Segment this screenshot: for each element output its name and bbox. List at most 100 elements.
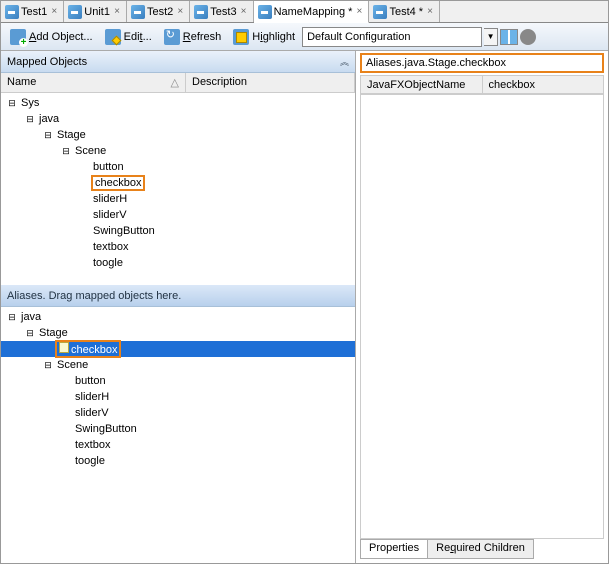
close-icon[interactable]: × bbox=[175, 7, 185, 17]
tree-label: checkbox bbox=[93, 177, 143, 189]
expand-toggle[interactable]: ⊟ bbox=[5, 312, 19, 323]
tree-label: SwingButton bbox=[73, 423, 139, 435]
tree-label: java bbox=[19, 311, 43, 323]
tab-required-children[interactable]: Required Children bbox=[427, 539, 534, 559]
property-name-cell[interactable]: JavaFXObjectName bbox=[360, 75, 483, 94]
tree-item-scene[interactable]: ⊟Scene bbox=[1, 357, 355, 373]
tree-item-sliderv[interactable]: sliderV bbox=[1, 405, 355, 421]
refresh-button[interactable]: Refresh bbox=[159, 26, 227, 48]
aliases-tree[interactable]: ⊟java⊟Stagecheckbox⊟ScenebuttonsliderHsl… bbox=[1, 307, 355, 563]
tree-item-stage[interactable]: ⊟Stage bbox=[1, 325, 355, 341]
tree-label: sliderH bbox=[73, 391, 111, 403]
tree-label: checkbox bbox=[57, 344, 119, 356]
tree-label: toogle bbox=[73, 455, 107, 467]
tree-item-button[interactable]: button bbox=[1, 373, 355, 389]
expand-toggle[interactable]: ⊟ bbox=[41, 360, 55, 371]
close-icon[interactable]: × bbox=[49, 7, 59, 17]
left-panel: Mapped Objects ︽ Name△ Description ⊟Sys⊟… bbox=[1, 51, 356, 563]
tab-label: Unit1 bbox=[84, 6, 110, 18]
tree-item-stage[interactable]: ⊟Stage bbox=[1, 127, 355, 143]
file-icon bbox=[131, 5, 145, 19]
close-icon[interactable]: × bbox=[239, 7, 249, 17]
configuration-dropdown-arrow[interactable]: ▼ bbox=[484, 28, 498, 46]
tree-item-scene[interactable]: ⊟Scene bbox=[1, 143, 355, 159]
tab-label: NameMapping * bbox=[274, 6, 353, 18]
alias-path-field[interactable]: Aliases.java.Stage.checkbox bbox=[360, 53, 604, 73]
expand-toggle[interactable]: ⊟ bbox=[23, 328, 37, 339]
bottom-tabs: Properties Required Children bbox=[360, 539, 604, 559]
toolbar: AAdd Object...dd Object... Edit... Refre… bbox=[1, 23, 608, 51]
tree-item-swingbutton[interactable]: SwingButton bbox=[1, 421, 355, 437]
tree-label: toogle bbox=[91, 257, 125, 269]
tree-item-swingbutton[interactable]: SwingButton bbox=[1, 223, 355, 239]
file-icon bbox=[68, 5, 82, 19]
properties-body[interactable] bbox=[360, 95, 604, 539]
tab-unit1[interactable]: Unit1× bbox=[64, 1, 127, 22]
tree-item-sliderh[interactable]: sliderH bbox=[1, 191, 355, 207]
column-name[interactable]: Name bbox=[7, 76, 36, 89]
expand-toggle[interactable]: ⊟ bbox=[5, 98, 19, 109]
tree-item-checkbox[interactable]: checkbox bbox=[1, 341, 355, 357]
file-icon bbox=[258, 5, 272, 19]
chevron-up-icon[interactable]: ︽ bbox=[340, 55, 349, 68]
mapped-objects-title: Mapped Objects bbox=[7, 56, 87, 68]
highlight-button[interactable]: Highlight bbox=[228, 26, 300, 48]
tab-test1[interactable]: Test1× bbox=[1, 1, 64, 22]
close-icon[interactable]: × bbox=[425, 7, 435, 17]
tree-item-sliderv[interactable]: sliderV bbox=[1, 207, 355, 223]
tree-label: SwingButton bbox=[91, 225, 157, 237]
tab-label: Test1 bbox=[21, 6, 47, 18]
tree-label: java bbox=[37, 113, 61, 125]
tab-label: Test2 bbox=[147, 6, 173, 18]
tree-label: Stage bbox=[37, 327, 70, 339]
gear-icon[interactable] bbox=[520, 29, 536, 45]
file-icon bbox=[373, 5, 387, 19]
mapped-objects-header[interactable]: Mapped Objects ︽ bbox=[1, 51, 355, 73]
tree-item-toogle[interactable]: toogle bbox=[1, 255, 355, 271]
file-icon bbox=[59, 342, 69, 353]
tree-label: sliderV bbox=[73, 407, 111, 419]
tab-namemapping[interactable]: NameMapping *× bbox=[254, 1, 370, 23]
add-icon bbox=[10, 29, 26, 45]
tab-test2[interactable]: Test2× bbox=[127, 1, 190, 22]
edit-button[interactable]: Edit... bbox=[100, 26, 157, 48]
tree-label: Scene bbox=[73, 145, 108, 157]
aliases-header: Aliases. Drag mapped objects here. bbox=[1, 285, 355, 307]
tree-item-textbox[interactable]: textbox bbox=[1, 239, 355, 255]
sort-icon[interactable]: △ bbox=[171, 76, 179, 89]
right-panel: Aliases.java.Stage.checkbox JavaFXObject… bbox=[356, 51, 608, 563]
file-icon bbox=[5, 5, 19, 19]
layout-toggle-button[interactable] bbox=[500, 29, 518, 45]
expand-toggle[interactable]: ⊟ bbox=[23, 114, 37, 125]
close-icon[interactable]: × bbox=[112, 7, 122, 17]
tree-label: textbox bbox=[73, 439, 112, 451]
tree-item-toogle[interactable]: toogle bbox=[1, 453, 355, 469]
tab-test4[interactable]: Test4 *× bbox=[369, 1, 440, 22]
tree-label: textbox bbox=[91, 241, 130, 253]
properties-header-row: JavaFXObjectName checkbox bbox=[360, 75, 604, 95]
tree-item-sys[interactable]: ⊟Sys bbox=[1, 95, 355, 111]
tree-label: Scene bbox=[55, 359, 90, 371]
tab-properties[interactable]: Properties bbox=[360, 539, 428, 559]
expand-toggle[interactable]: ⊟ bbox=[59, 146, 73, 157]
mapped-objects-tree[interactable]: ⊟Sys⊟java⊟Stage⊟Scenebuttoncheckboxslide… bbox=[1, 93, 355, 285]
tree-item-button[interactable]: button bbox=[1, 159, 355, 175]
tree-item-textbox[interactable]: textbox bbox=[1, 437, 355, 453]
close-icon[interactable]: × bbox=[354, 7, 364, 17]
tree-label: Sys bbox=[19, 97, 41, 109]
tree-item-java[interactable]: ⊟java bbox=[1, 111, 355, 127]
configuration-select[interactable] bbox=[302, 27, 482, 47]
file-icon bbox=[194, 5, 208, 19]
expand-toggle[interactable]: ⊟ bbox=[41, 130, 55, 141]
add-object-button[interactable]: AAdd Object...dd Object... bbox=[5, 26, 98, 48]
tree-label: sliderV bbox=[91, 209, 129, 221]
column-description[interactable]: Description bbox=[186, 73, 355, 92]
document-tabs: Test1×Unit1×Test2×Test3×NameMapping *×Te… bbox=[1, 1, 608, 23]
tree-item-java[interactable]: ⊟java bbox=[1, 309, 355, 325]
tree-item-checkbox[interactable]: checkbox bbox=[1, 175, 355, 191]
alias-path-text: Aliases.java.Stage.checkbox bbox=[366, 57, 506, 69]
tree-item-sliderh[interactable]: sliderH bbox=[1, 389, 355, 405]
property-value-cell[interactable]: checkbox bbox=[483, 75, 605, 94]
tab-test3[interactable]: Test3× bbox=[190, 1, 253, 22]
tree-label: sliderH bbox=[91, 193, 129, 205]
